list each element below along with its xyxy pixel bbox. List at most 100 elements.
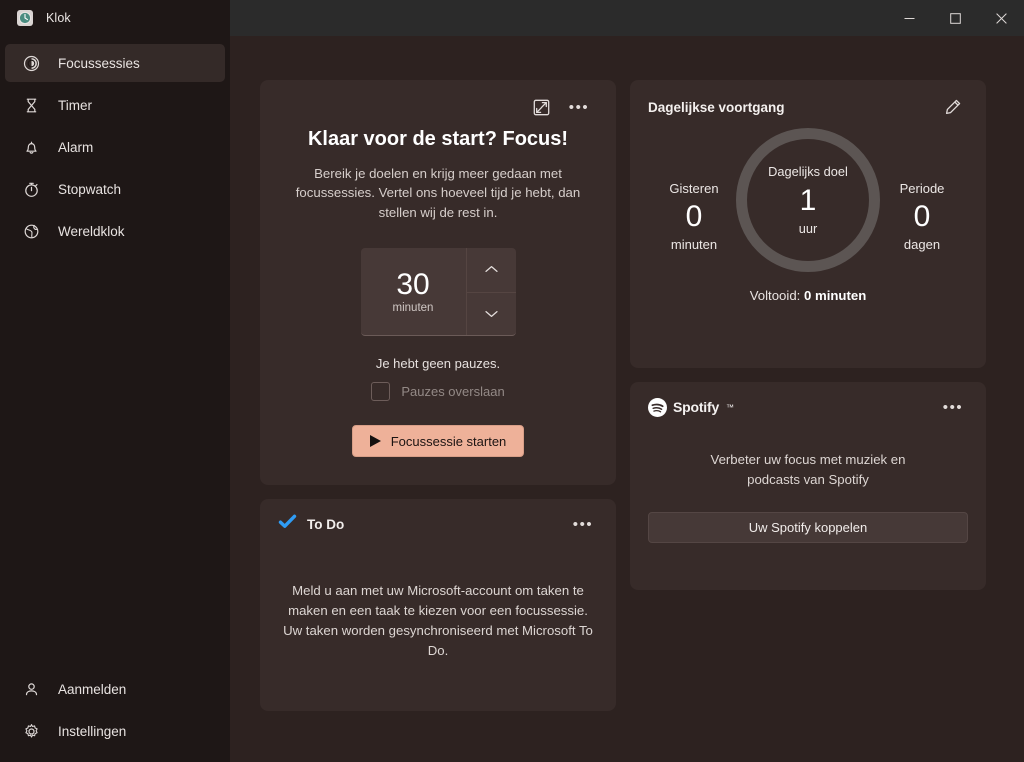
start-focus-session-button[interactable]: Focussessie starten bbox=[352, 425, 524, 458]
spotify-card-actions: ••• bbox=[938, 393, 968, 421]
spotify-trademark: ™ bbox=[726, 402, 735, 412]
sidebar-item-label: Wereldklok bbox=[58, 223, 125, 239]
stat-unit: dagen bbox=[903, 236, 941, 252]
spotify-icon bbox=[648, 397, 667, 417]
focus-card-toolbar: ••• bbox=[282, 92, 594, 122]
sidebar-primary-nav: Focussessies Timer Alarm Stopwatch Werel… bbox=[0, 42, 230, 252]
todo-card-body: Meld u aan met uw Microsoft-account om t… bbox=[283, 583, 593, 658]
title-bar-drag-region[interactable] bbox=[230, 0, 886, 36]
sidebar-item-label: Instellingen bbox=[58, 723, 127, 739]
maximize-icon[interactable] bbox=[932, 0, 978, 36]
play-icon bbox=[369, 435, 381, 448]
stat-value: 0 bbox=[913, 200, 931, 233]
stat-label: Gisteren bbox=[669, 181, 719, 196]
sidebar-item-timer[interactable]: Timer bbox=[5, 86, 225, 124]
close-icon[interactable] bbox=[978, 0, 1024, 36]
progress-completed-prefix: Voltooid: bbox=[749, 288, 804, 303]
ring-label: Dagelijks doel bbox=[768, 164, 848, 179]
open-in-new-window-icon[interactable] bbox=[526, 93, 556, 121]
focus-card-more-label: ••• bbox=[568, 98, 590, 116]
skip-breaks-checkbox[interactable] bbox=[371, 382, 391, 402]
focus-session-card: ••• Klaar voor de start? Focus! Bereik j… bbox=[260, 80, 616, 486]
sidebar-secondary-nav: Aanmelden Instellingen bbox=[0, 668, 230, 762]
focus-card-description: Bereik je doelen en krijg meer gedaan me… bbox=[295, 166, 581, 220]
todo-card-header: To Do ••• bbox=[278, 509, 598, 539]
stopwatch-icon bbox=[23, 181, 40, 198]
app-title: Klok bbox=[46, 11, 71, 25]
sidebar-item-label: Focussessies bbox=[58, 55, 140, 71]
duration-value: 30 bbox=[396, 268, 430, 302]
title-bar-app-area: Klok bbox=[0, 0, 230, 36]
ring-unit: uur bbox=[798, 221, 818, 236]
sidebar-item-aanmelden[interactable]: Aanmelden bbox=[5, 670, 225, 708]
duration-unit: minuten bbox=[392, 301, 434, 314]
progress-completed-line: Voltooid: 0 minuten bbox=[648, 288, 968, 303]
todo-card-actions: ••• bbox=[568, 510, 598, 538]
globe-icon bbox=[23, 223, 40, 240]
progress-stats-row: Gisteren 0 minuten Dagelijks doel 1 uur … bbox=[648, 128, 968, 272]
todo-card-brand: To Do bbox=[278, 512, 344, 536]
chevron-down-icon[interactable] bbox=[466, 291, 516, 336]
gear-icon bbox=[23, 723, 40, 740]
left-column: ••• Klaar voor de start? Focus! Bereik j… bbox=[260, 80, 616, 712]
sidebar-item-stopwatch[interactable]: Stopwatch bbox=[5, 170, 225, 208]
sidebar-item-wereldklok[interactable]: Wereldklok bbox=[5, 212, 225, 250]
title-bar: Klok bbox=[0, 0, 1024, 36]
chevron-up-icon[interactable] bbox=[467, 248, 516, 292]
sidebar-item-alarm[interactable]: Alarm bbox=[5, 128, 225, 166]
more-options-icon[interactable]: ••• bbox=[938, 393, 968, 421]
stepper-buttons bbox=[465, 248, 516, 336]
todo-check-icon bbox=[278, 512, 297, 536]
minimize-icon[interactable] bbox=[886, 0, 932, 36]
hourglass-icon bbox=[23, 97, 40, 114]
stat-unit: minuten bbox=[670, 236, 718, 252]
spotify-card-more-label: ••• bbox=[942, 398, 964, 416]
sidebar-item-focussessies[interactable]: Focussessies bbox=[5, 44, 225, 82]
daily-goal-ring: Dagelijks doel 1 uur bbox=[736, 128, 880, 272]
sidebar-item-instellingen[interactable]: Instellingen bbox=[5, 712, 225, 750]
connect-spotify-label: Uw Spotify koppelen bbox=[748, 519, 868, 535]
skip-breaks-label: Pauzes overslaan bbox=[401, 384, 505, 400]
right-column: Dagelijkse voortgang Gisteren 0 minuten … bbox=[630, 80, 986, 590]
connect-spotify-button[interactable]: Uw Spotify koppelen bbox=[648, 511, 968, 543]
more-options-icon[interactable]: ••• bbox=[564, 93, 594, 121]
stat-yesterday: Gisteren 0 minuten bbox=[654, 128, 734, 252]
quantity-stepper[interactable]: 30 minuten bbox=[360, 248, 516, 337]
pencil-edit-icon[interactable] bbox=[938, 93, 968, 121]
clock-app-window: Klok Focussessies Timer Alarm Stopwatch … bbox=[0, 0, 1024, 762]
progress-card-title: Dagelijkse voortgang bbox=[648, 99, 785, 115]
spotify-card-body: Verbeter uw focus met muziek en podcasts… bbox=[710, 452, 906, 487]
focus-sessions-icon bbox=[23, 55, 40, 72]
bell-icon bbox=[23, 139, 40, 156]
spotify-brand: Spotify ™ bbox=[648, 397, 735, 417]
sidebar: Focussessies Timer Alarm Stopwatch Werel… bbox=[0, 36, 230, 762]
more-options-icon[interactable]: ••• bbox=[568, 510, 598, 538]
breaks-status-text: Je hebt geen pauzes. bbox=[375, 356, 501, 372]
start-button-label: Focussessie starten bbox=[390, 433, 507, 449]
daily-progress-card: Dagelijkse voortgang Gisteren 0 minuten … bbox=[630, 80, 986, 368]
progress-card-header: Dagelijkse voortgang bbox=[648, 92, 968, 122]
duration-spinner-wrap: 30 minuten bbox=[282, 248, 594, 337]
stat-period: Periode 0 dagen bbox=[882, 128, 962, 252]
spotify-card: Spotify ™ ••• Verbeter uw focus met muzi… bbox=[630, 382, 986, 590]
person-icon bbox=[23, 681, 40, 698]
todo-card: To Do ••• Meld u aan met uw Microsoft-ac… bbox=[260, 499, 616, 712]
todo-card-more-label: ••• bbox=[572, 515, 594, 533]
content-area: ••• Klaar voor de start? Focus! Bereik j… bbox=[230, 36, 1024, 762]
sidebar-item-label: Aanmelden bbox=[58, 681, 127, 697]
skip-breaks-row[interactable]: Pauzes overslaan bbox=[282, 382, 594, 402]
spotify-card-header: Spotify ™ ••• bbox=[648, 392, 968, 422]
window-controls bbox=[886, 0, 1024, 36]
duration-value-area[interactable]: 30 minuten bbox=[361, 248, 466, 335]
todo-card-title: To Do bbox=[307, 516, 345, 532]
progress-card-actions bbox=[938, 93, 968, 121]
focus-card-heading: Klaar voor de start? Focus! bbox=[307, 128, 569, 150]
clock-icon bbox=[16, 9, 34, 27]
stat-value: 0 bbox=[685, 200, 703, 233]
sidebar-item-label: Alarm bbox=[58, 139, 94, 155]
sidebar-item-label: Stopwatch bbox=[58, 181, 122, 197]
spotify-brand-label: Spotify bbox=[673, 399, 720, 415]
stat-label: Periode bbox=[899, 181, 945, 196]
sidebar-item-label: Timer bbox=[58, 97, 92, 113]
ring-value: 1 bbox=[799, 184, 817, 217]
